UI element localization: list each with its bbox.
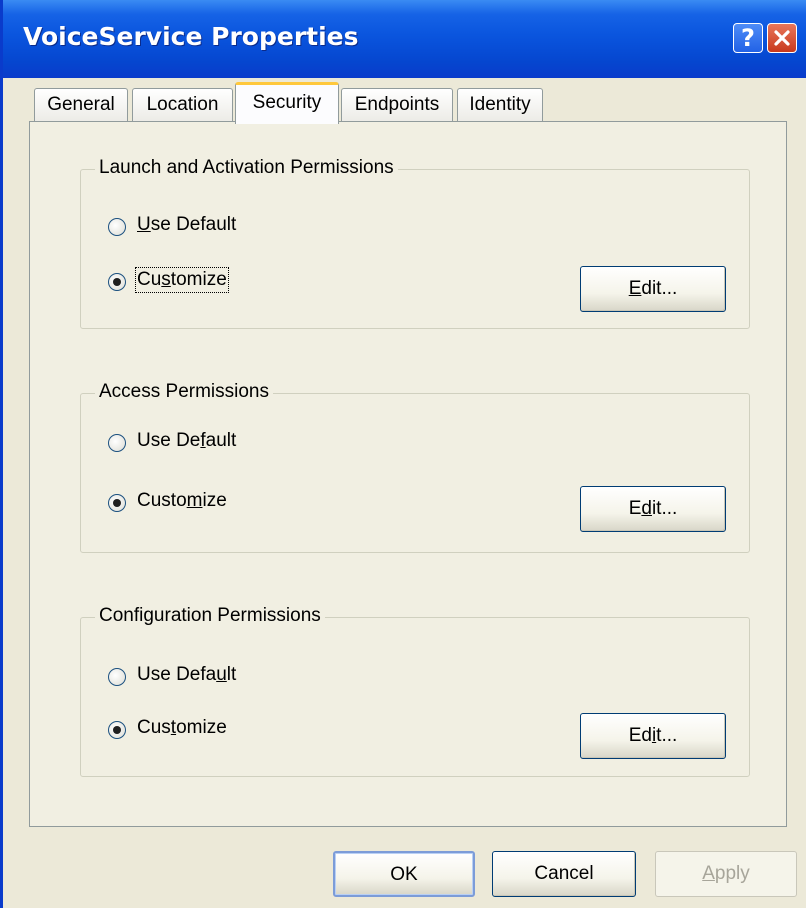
customize-label[interactable]: Customize: [137, 490, 227, 512]
close-icon: [774, 30, 790, 46]
group-title: Launch and Activation Permissions: [95, 157, 398, 179]
help-icon: ?: [741, 24, 755, 52]
properties-dialog: VoiceService Properties ? General Locati…: [0, 0, 806, 908]
tab-label: Location: [146, 94, 219, 115]
launch-activation-group: Launch and Activation Permissions Use De…: [80, 157, 750, 329]
edit-access-permissions-button[interactable]: Edit...: [580, 486, 726, 532]
tab-label: Identity: [469, 94, 531, 115]
customize-label[interactable]: Customize: [135, 267, 229, 293]
title-bar[interactable]: VoiceService Properties ?: [3, 0, 806, 78]
tab-endpoints[interactable]: Endpoints: [341, 88, 453, 122]
tab-general[interactable]: General: [34, 88, 128, 122]
window-title: VoiceService Properties: [23, 22, 359, 51]
ok-button[interactable]: OK: [333, 851, 475, 897]
access-permissions-group: Access Permissions Use Default Customize…: [80, 381, 750, 553]
use-default-radio[interactable]: [108, 218, 126, 236]
tab-security[interactable]: Security: [235, 82, 339, 124]
tab-location[interactable]: Location: [132, 88, 233, 122]
customize-radio[interactable]: [108, 721, 126, 739]
customize-radio[interactable]: [108, 494, 126, 512]
edit-configuration-permissions-button[interactable]: Edit...: [580, 713, 726, 759]
customize-radio[interactable]: [108, 273, 126, 291]
customize-label[interactable]: Customize: [137, 717, 227, 739]
group-title: Configuration Permissions: [95, 605, 325, 627]
tab-label: Endpoints: [354, 94, 440, 115]
tab-label: General: [47, 94, 115, 115]
cancel-button[interactable]: Cancel: [492, 851, 636, 897]
edit-launch-permissions-button[interactable]: Edit...: [580, 266, 726, 312]
use-default-radio[interactable]: [108, 668, 126, 686]
help-button[interactable]: ?: [733, 23, 763, 53]
use-default-label[interactable]: Use Default: [137, 214, 236, 236]
use-default-label[interactable]: Use Default: [137, 430, 236, 452]
apply-button[interactable]: Apply: [655, 851, 797, 897]
tab-identity[interactable]: Identity: [457, 88, 543, 122]
configuration-permissions-group: Configuration Permissions Use Default Cu…: [80, 605, 750, 777]
group-title: Access Permissions: [95, 381, 273, 403]
use-default-label[interactable]: Use Default: [137, 664, 236, 686]
use-default-radio[interactable]: [108, 434, 126, 452]
tab-label: Security: [252, 92, 322, 113]
close-button[interactable]: [767, 23, 797, 53]
